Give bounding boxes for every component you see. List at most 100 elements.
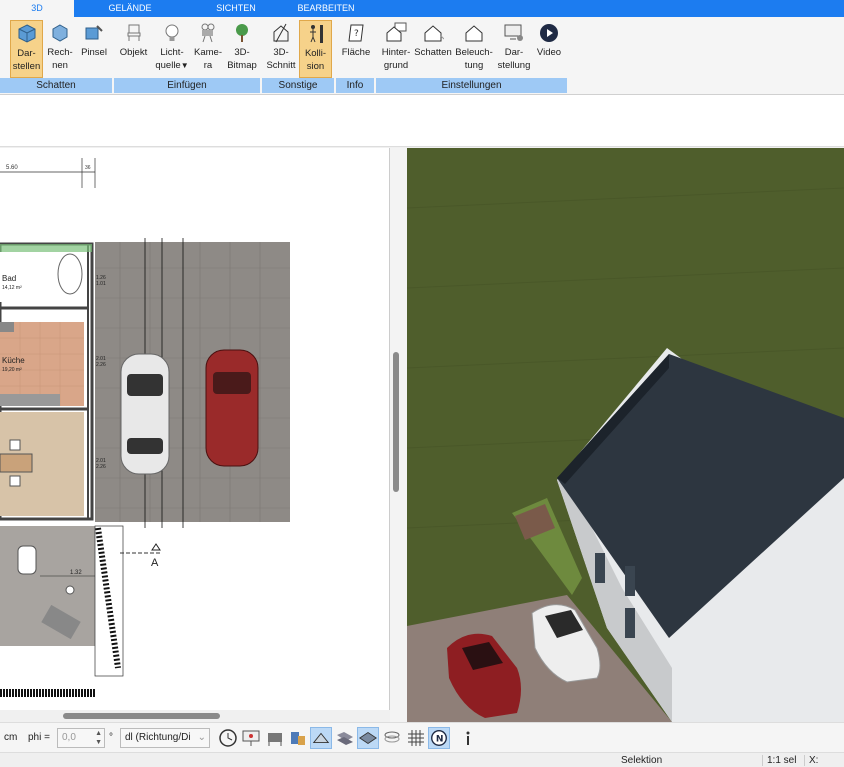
house-light-icon xyxy=(465,25,483,42)
plan-horizontal-scrollbar[interactable] xyxy=(63,713,220,719)
3d-view[interactable] xyxy=(407,148,844,722)
pinsel-button[interactable]: Pinsel xyxy=(78,20,110,78)
svg-text:N: N xyxy=(436,735,444,745)
tab-sichten[interactable]: SICHTEN xyxy=(198,0,274,17)
section-marker-icon xyxy=(151,543,161,551)
flaeche-button[interactable]: ? Fläche xyxy=(338,20,374,78)
degree-label: ° xyxy=(109,732,113,743)
dimension-label: 1.01 xyxy=(96,281,106,287)
secondary-toolbar-area xyxy=(0,95,844,147)
kollision-button[interactable]: Kolli- sion xyxy=(299,20,332,78)
house-background-icon xyxy=(386,22,407,42)
bottom-toolbar: cm phi = 0,0 ▲ ▼ ° dl (Richtung/Di ⌄ N xyxy=(0,722,844,752)
status-coord-x: X: xyxy=(804,755,818,766)
hintergrund-button[interactable]: Hinter- grund xyxy=(378,20,414,78)
schnitt3d-label-1: 3D- xyxy=(273,47,289,58)
chair xyxy=(9,439,21,451)
darstellen-label-1: Dar- xyxy=(17,48,36,59)
bitmap3d-label-1: 3D- xyxy=(234,47,250,58)
phi-input[interactable]: 0,0 ▲ ▼ xyxy=(57,728,105,748)
section-cut-icon xyxy=(273,23,289,43)
kollision-label-2: sion xyxy=(306,61,325,72)
hintergrund-label-1: Hinter- xyxy=(381,47,411,58)
rechnen-label-1: Rech- xyxy=(47,47,73,58)
grid-icon[interactable] xyxy=(405,727,427,749)
tab-bearbeiten[interactable]: BEARBEITEN xyxy=(286,0,366,17)
north-compass-icon[interactable]: N xyxy=(428,727,450,749)
chair xyxy=(9,475,21,487)
schatten-label: Schatten xyxy=(414,47,452,58)
objects-icon[interactable] xyxy=(287,727,309,749)
garden-lamp xyxy=(65,585,75,595)
section-marker-label: A xyxy=(151,557,159,569)
objekt-button[interactable]: Objekt xyxy=(117,20,150,78)
tab-3d[interactable]: 3D xyxy=(0,0,74,17)
status-scale: 1:1 sel xyxy=(762,755,796,766)
tab-gelaende[interactable]: GELÄNDE xyxy=(92,0,168,17)
monitor-settings-icon xyxy=(504,24,523,41)
terrain-icon[interactable] xyxy=(310,727,332,749)
darstellen-button[interactable]: Dar- stellen xyxy=(10,20,43,78)
dimension-label-top: 5.60 xyxy=(6,165,18,171)
more-options-icon[interactable] xyxy=(457,727,479,749)
bitmap3d-button[interactable]: 3D- Bitmap xyxy=(225,20,259,78)
floor-plan-view[interactable]: 5.60 36 Bad 14,12 m² Küche 19,20 m² 1.26… xyxy=(0,148,390,722)
chevron-down-icon: ⌄ xyxy=(197,732,206,743)
plan-vertical-scrollbar[interactable] xyxy=(393,352,399,492)
phi-label: phi = xyxy=(28,732,50,743)
dimension-label: 2.26 xyxy=(96,362,106,368)
ribbon-tab-bar: 3D GELÄNDE SICHTEN BEARBEITEN xyxy=(0,0,844,17)
group-sonstige-label: Sonstige xyxy=(262,78,334,93)
brush-icon xyxy=(85,25,103,40)
status-bar: Selektion 1:1 sel X: xyxy=(0,752,844,767)
direction-select[interactable]: dl (Richtung/Di ⌄ xyxy=(120,728,210,748)
presentation-icon[interactable] xyxy=(240,727,262,749)
area-info-icon: ? xyxy=(348,24,364,42)
house-window xyxy=(595,553,605,583)
group-schatten-label: Schatten xyxy=(0,78,112,93)
lounge-chair xyxy=(17,545,37,575)
status-mode: Selektion xyxy=(621,755,663,766)
bulb-icon xyxy=(165,24,179,41)
furniture-icon[interactable] xyxy=(264,727,286,749)
kamera-button[interactable]: Kame- ra xyxy=(192,20,224,78)
house-window xyxy=(625,566,635,596)
video-button[interactable]: Video xyxy=(533,20,565,78)
beleuchtung-label-1: Beleuch- xyxy=(455,47,493,58)
beleuchtung-button[interactable]: Beleuch- tung xyxy=(454,20,494,78)
darstellung-label-1: Dar- xyxy=(504,47,524,58)
schnitt3d-button[interactable]: 3D- Schnitt xyxy=(264,20,298,78)
bitmap3d-label-2: Bitmap xyxy=(227,60,257,71)
texture-icon[interactable] xyxy=(334,727,356,749)
layers-icon[interactable] xyxy=(381,727,403,749)
terrace xyxy=(0,526,95,646)
cube-calc-icon xyxy=(52,24,68,42)
lichtquelle-button[interactable]: Licht- quelle▼ xyxy=(153,20,191,78)
bathtub xyxy=(57,253,83,295)
rechnen-label-2: nen xyxy=(52,60,68,71)
play-video-icon xyxy=(540,24,558,42)
hintergrund-label-2: grund xyxy=(383,60,409,71)
lichtquelle-label-2: quelle▼ xyxy=(155,60,189,71)
room-label-bad: Bad xyxy=(2,274,16,283)
chair-icon xyxy=(127,24,140,41)
floor-plane-icon[interactable] xyxy=(357,727,379,749)
video-label: Video xyxy=(536,47,562,58)
room-area-bad: 14,12 m² xyxy=(2,285,22,291)
rechnen-button[interactable]: Rech- nen xyxy=(45,20,75,78)
garden-area xyxy=(0,646,95,676)
kollision-label-1: Kolli- xyxy=(304,48,327,59)
dining-table xyxy=(0,453,33,473)
clock-icon[interactable] xyxy=(217,727,239,749)
house-window xyxy=(625,608,635,638)
darstellung-button[interactable]: Dar- stellung xyxy=(496,20,532,78)
bathroom-green-strip xyxy=(0,244,92,252)
schatten-button[interactable]: Schatten xyxy=(413,20,453,78)
schnitt3d-label-2: Schnitt xyxy=(266,60,296,71)
kitchen-counter xyxy=(0,322,14,332)
pinsel-label: Pinsel xyxy=(81,47,107,58)
dimension-label: 2.26 xyxy=(96,464,106,470)
spinner-icon[interactable]: ▲ ▼ xyxy=(95,729,102,747)
group-einstellungen-label: Einstellungen xyxy=(376,78,567,93)
kitchen-unit xyxy=(0,394,60,406)
